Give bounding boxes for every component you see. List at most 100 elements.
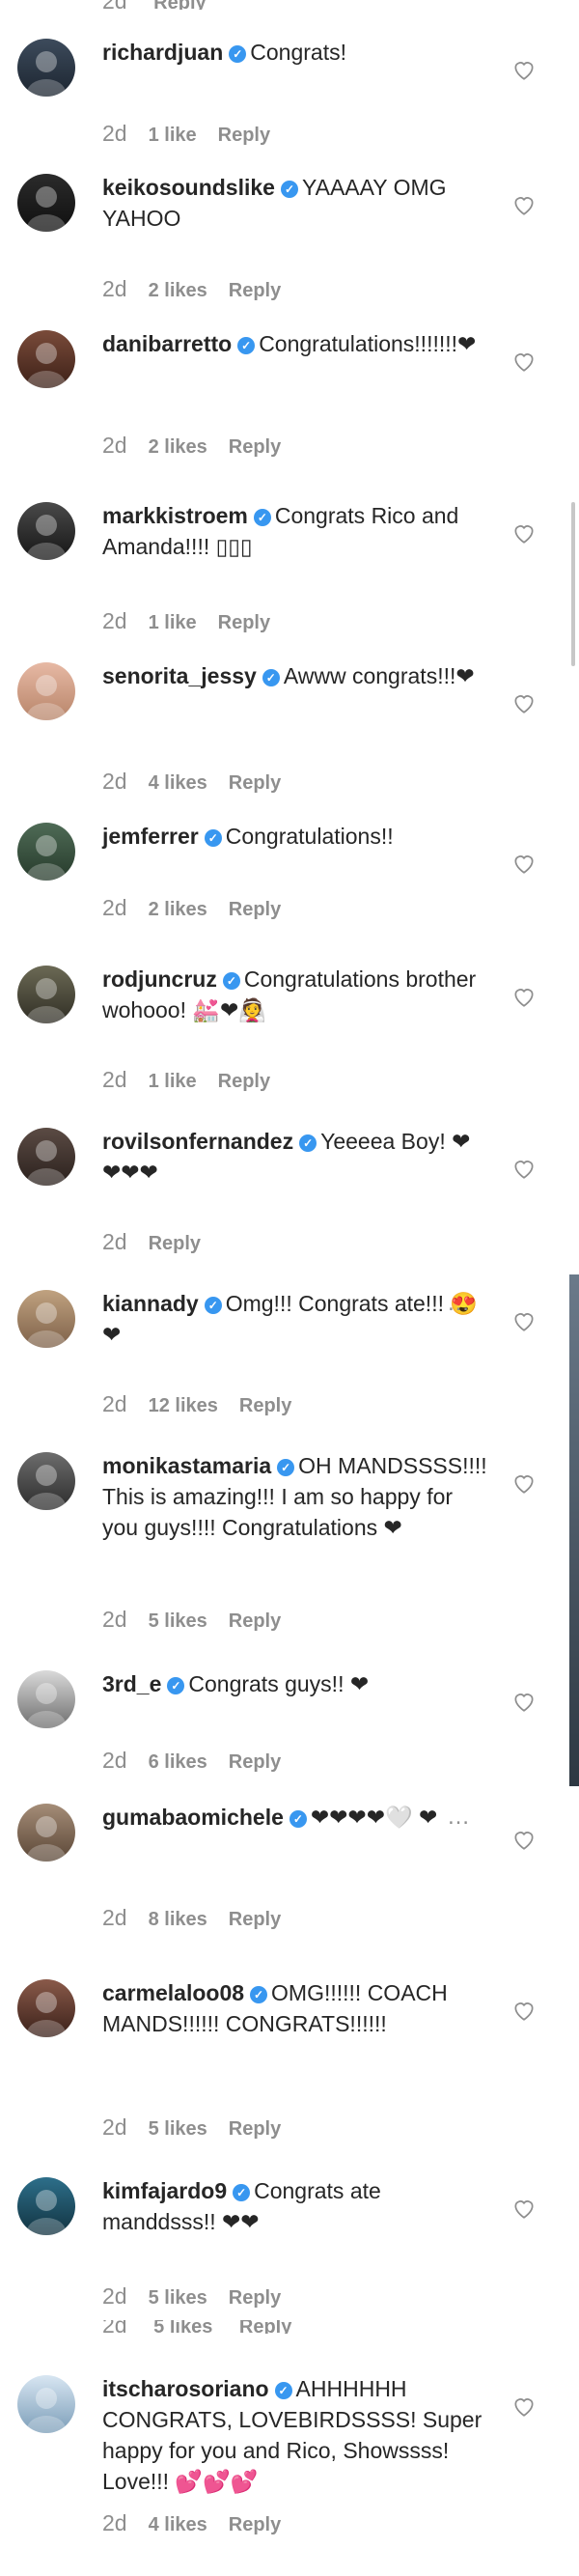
reply-link[interactable]: Reply: [229, 1751, 281, 1773]
verified-badge-icon: ✓: [277, 1459, 295, 1476]
comment-username[interactable]: monikastamaria: [102, 1453, 271, 1478]
reply-link[interactable]: Reply: [149, 1233, 201, 1254]
reply-link[interactable]: Reply: [229, 1909, 281, 1930]
avatar[interactable]: [17, 1290, 75, 1348]
like-heart-icon[interactable]: [511, 2197, 538, 2224]
reply-link[interactable]: Reply: [229, 772, 281, 794]
reply-link[interactable]: Reply: [229, 899, 281, 920]
comment-body: richardjuan ✓ Congrats!: [102, 37, 488, 68]
reply-link[interactable]: Reply: [229, 1610, 281, 1632]
reply-link[interactable]: Reply: [229, 2514, 281, 2535]
reply-link[interactable]: Reply: [218, 1071, 270, 1092]
verified-badge-icon: ✓: [280, 181, 298, 198]
like-heart-icon[interactable]: [511, 852, 538, 879]
like-heart-icon[interactable]: [511, 193, 538, 220]
like-heart-icon[interactable]: [511, 1309, 538, 1336]
avatar[interactable]: [17, 1452, 75, 1510]
likes-count[interactable]: 1 like: [149, 1071, 197, 1092]
comment-meta: 2d 2 likes Reply: [102, 433, 302, 459]
like-heart-icon[interactable]: [511, 1828, 538, 1855]
comment-body: gumabaomichele ✓ ❤❤❤❤🤍 ❤: [102, 1802, 488, 1833]
verified-badge-icon: ✓: [250, 1986, 268, 2003]
likes-count[interactable]: 4 likes: [149, 772, 207, 794]
reply-link[interactable]: Reply: [239, 2320, 291, 2334]
comment-username[interactable]: senorita_jessy: [102, 663, 257, 688]
likes-count[interactable]: 2 likes: [149, 899, 207, 920]
likes-count[interactable]: 6 likes: [149, 1751, 207, 1773]
comment-username[interactable]: markkistroem: [102, 503, 248, 528]
like-heart-icon[interactable]: [511, 1690, 538, 1717]
like-heart-icon[interactable]: [511, 521, 538, 548]
avatar[interactable]: [17, 823, 75, 881]
comment-username[interactable]: kimfajardo9: [102, 2178, 227, 2203]
comment-username[interactable]: carmelaloo08: [102, 1980, 244, 2005]
likes-count[interactable]: 2 likes: [149, 436, 207, 458]
reply-link[interactable]: Reply: [229, 2118, 281, 2140]
comment-text: Awww congrats!!!❤: [283, 663, 475, 688]
comment-body: rodjuncruz ✓ Congratulations brother wohoo…: [102, 964, 488, 1025]
likes-count[interactable]: 8 likes: [149, 1909, 207, 1930]
comment-meta: 2d 6 likes Reply: [102, 1748, 302, 1774]
reply-link[interactable]: Reply: [239, 1395, 291, 1416]
comment-username[interactable]: 3rd_e: [102, 1671, 161, 1696]
avatar[interactable]: [17, 2375, 75, 2433]
more-options-icon[interactable]: …: [447, 1804, 472, 1831]
avatar[interactable]: [17, 1128, 75, 1186]
comment-text: Congratulations!!: [225, 824, 394, 849]
comment-username[interactable]: keikosoundslike: [102, 175, 275, 200]
likes-count[interactable]: 5 likes: [149, 1610, 207, 1632]
likes-count[interactable]: 4 likes: [149, 2514, 207, 2535]
avatar[interactable]: [17, 966, 75, 1023]
likes-count[interactable]: 5 likes: [149, 2118, 207, 2140]
reply-link[interactable]: Reply: [229, 2287, 281, 2309]
avatar[interactable]: [17, 1979, 75, 2037]
likes-count[interactable]: 12 likes: [149, 1395, 218, 1416]
likes-count[interactable]: 1 like: [149, 612, 197, 633]
comment-body: itscharosoriano ✓ AHHHHHH CONGRATS, LOVEBI…: [102, 2373, 488, 2497]
comment-meta: 2d 5 likes Reply: [102, 2114, 302, 2141]
avatar[interactable]: [17, 330, 75, 388]
avatar[interactable]: [17, 662, 75, 720]
avatar[interactable]: [17, 1804, 75, 1862]
comment-username[interactable]: danibarretto: [102, 331, 232, 356]
comment-username[interactable]: itscharosoriano: [102, 2376, 269, 2401]
like-heart-icon[interactable]: [511, 350, 538, 377]
likes-count[interactable]: 2 likes: [149, 280, 207, 301]
verified-badge-icon: ✓: [299, 1134, 317, 1152]
avatar[interactable]: [17, 174, 75, 232]
comment-meta: 2d 4 likes Reply: [102, 2510, 302, 2536]
comment-meta: 2d 4 likes Reply: [102, 769, 302, 795]
like-heart-icon[interactable]: [511, 1999, 538, 2026]
reply-link[interactable]: Reply: [153, 0, 206, 10]
comment-meta: 2d 1 like Reply: [102, 608, 291, 634]
likes-count[interactable]: 5 likes: [149, 2287, 207, 2309]
like-heart-icon[interactable]: [511, 985, 538, 1012]
avatar[interactable]: [17, 2177, 75, 2235]
scrollbar-thumb[interactable]: [571, 502, 575, 666]
like-heart-icon[interactable]: [511, 691, 538, 718]
avatar[interactable]: [17, 1670, 75, 1728]
reply-link[interactable]: Reply: [229, 280, 281, 301]
comment-username[interactable]: kiannady: [102, 1291, 199, 1316]
comment-username[interactable]: richardjuan: [102, 40, 223, 65]
comment-username[interactable]: jemferrer: [102, 824, 199, 849]
more-options-icon[interactable]: …: [447, 1290, 472, 1317]
comment-username[interactable]: rodjuncruz: [102, 966, 217, 992]
like-heart-icon[interactable]: [511, 2394, 538, 2422]
comment-username[interactable]: gumabaomichele: [102, 1805, 284, 1830]
comment-meta: 2d 1 like Reply: [102, 1067, 291, 1093]
reply-link[interactable]: Reply: [218, 612, 270, 633]
like-heart-icon[interactable]: [511, 58, 538, 85]
avatar[interactable]: [17, 502, 75, 560]
like-heart-icon[interactable]: [511, 1157, 538, 1184]
verified-badge-icon: ✓: [274, 2382, 292, 2399]
reply-link[interactable]: Reply: [229, 436, 281, 458]
reply-link[interactable]: Reply: [218, 125, 270, 146]
likes-count[interactable]: 1 like: [149, 125, 197, 146]
avatar[interactable]: [17, 39, 75, 97]
likes-count[interactable]: 5 likes: [153, 2320, 212, 2334]
like-heart-icon[interactable]: [511, 1471, 538, 1498]
comment-body: monikastamaria ✓ OH MANDSSSS!!!! This is a…: [102, 1450, 488, 1543]
comment-body: keikosoundslike ✓ YAAAAY OMG YAHOO: [102, 172, 488, 234]
comment-username[interactable]: rovilsonfernandez: [102, 1129, 293, 1154]
